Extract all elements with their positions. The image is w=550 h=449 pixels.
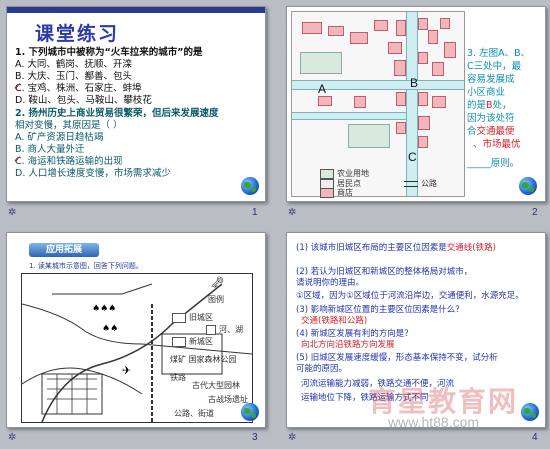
question-text: 小区商业 [467, 87, 506, 98]
map-block [374, 20, 388, 31]
question-line: (5) 旧城区发展速度缓慢，形态基本保持不变，试分析 [296, 353, 498, 363]
question-text: C三处中，最 [467, 61, 522, 72]
airplane-icon: ✈ [122, 364, 132, 377]
question-text: 的是B处， [467, 100, 512, 111]
slide-header-bar [7, 7, 265, 13]
map-block [418, 18, 428, 30]
map-block [440, 18, 450, 29]
farmland [348, 124, 390, 148]
answer-text: 、市场最优 [473, 139, 521, 150]
answer-option: C. 宝鸡、株洲、石家庄、蚌埠 [15, 83, 142, 94]
legend-item: 河、湖 [206, 324, 243, 335]
question-text: _____原则。 [467, 158, 520, 169]
legend-title: 图例 [208, 295, 224, 304]
slide-thumbnail-1[interactable]: 课堂练习 1. 下列城市中被称为“火车拉来的城市”的是 A. 大同、鹤岗、抚顺、… [6, 6, 266, 202]
tree-icon: ♠♠♠ [92, 304, 117, 314]
slide-title: 课堂练习 [35, 23, 120, 45]
globe-icon [241, 403, 259, 421]
tree-icon: ♠♠ [102, 324, 119, 334]
key-icon: 🗝 [210, 276, 224, 289]
slide-number: 2 [532, 207, 538, 218]
globe-icon [521, 403, 539, 421]
answer-line: ①区域，因为①区域位于河流沿岸边，交通便利，水源充足。 [296, 291, 524, 301]
question-line: (3) 影响新城区位置的主要区位因素是什么？ [296, 305, 464, 315]
map-block [328, 26, 344, 36]
map-block [302, 22, 322, 34]
legend-item: 公路、街道 [174, 409, 214, 418]
map-block [428, 30, 438, 44]
map-block [396, 92, 406, 106]
question-text: 因为该处符 [467, 113, 515, 124]
question-line: (1) 该城市旧城区布局的主要区位因素是交通线(铁路) [296, 243, 496, 253]
answer-option: D. 鞍山、包头、马鞍山、攀枝花 [15, 95, 152, 106]
slide-number: 3 [252, 432, 258, 443]
slide-transition-icon: ✲ [288, 207, 297, 218]
slide-thumbnail-3[interactable]: 应用拓展 1. 读某城市示意图，回答下列问题。 ♠♠♠ ♠♠ ✈ 图例 🗝 旧城… [6, 232, 266, 428]
map-block [318, 96, 332, 106]
slide-transition-icon: ✲ [8, 432, 17, 443]
map-block [432, 62, 444, 76]
question-text: 容易发展成 [467, 74, 515, 85]
check-mark-icon: ✓ [13, 80, 23, 93]
question-text: 合交通最便 [467, 126, 515, 137]
question-line: 相对变慢，其原因是（ ） [15, 120, 123, 131]
map-block [432, 96, 446, 108]
map-block [418, 136, 428, 148]
legend-item: 古代大型园林 [192, 381, 240, 390]
legend-item: 新城区 [172, 336, 213, 347]
map-block [418, 52, 428, 64]
legend-item: 古战场遗址 [208, 395, 248, 404]
answer-option: A. 大同、鹤岗、抚顺、开滦 [15, 59, 132, 70]
answer-option: A. 矿产资源日趋枯竭 [15, 132, 104, 143]
question-text: 3. 左图A、B、 [467, 48, 531, 59]
map-area: A B C 农业用地 居民点 商店 公路 [291, 11, 465, 198]
answer-option: C. 海运和铁路运输的出现 [15, 156, 123, 167]
answer-option: B. 商人大量外迁 [15, 144, 85, 155]
legend-item: 铁路 [170, 373, 186, 382]
answer-line: 交通(铁路和公路) [301, 316, 368, 326]
map-road [292, 112, 406, 120]
map-block [396, 20, 406, 36]
map-block [444, 42, 456, 58]
answer-option: B. 大庆、玉门、鄯善、包头 [15, 71, 133, 82]
map-block [396, 122, 406, 134]
globe-icon [519, 177, 537, 195]
check-mark-icon: ✓ [13, 153, 23, 166]
slide-transition-icon: ✲ [288, 432, 297, 443]
map-block [350, 32, 368, 44]
map-block [388, 42, 402, 54]
map-block [418, 116, 430, 130]
task-text: 1. 读某城市示意图，回答下列问题。 [29, 262, 143, 270]
answer-option: D. 人口增长速度变慢，市场需求减少 [15, 168, 171, 179]
question-line: (4) 新城区发展有利的方向是？ [296, 329, 413, 339]
legend-item: 商店 [320, 187, 353, 198]
slide-number: 1 [252, 207, 258, 218]
road-symbol-icon [404, 180, 418, 187]
map-label-b: B [410, 76, 419, 90]
map-label-c: C [408, 150, 417, 164]
map-label-a: A [318, 82, 327, 96]
watermark-url: www.ht88.com [388, 414, 480, 430]
question-line: (2) 若认为旧城区和新城区的整体格局对城市， [296, 267, 473, 277]
slide-transition-icon: ✲ [8, 207, 17, 218]
globe-icon [241, 177, 259, 195]
farmland [300, 52, 342, 74]
section-badge: 应用拓展 [29, 243, 99, 257]
question-line: 可能的原因。 [296, 364, 348, 374]
question-line: 2. 扬州历史上商业贸易很繁荣，但后来发展速度 [15, 108, 219, 119]
slide-thumbnail-2[interactable]: A B C 农业用地 居民点 商店 公路 3. 左图A、B、 C三处中，最 容易… [286, 6, 546, 202]
city-map: ♠♠♠ ♠♠ ✈ 图例 🗝 旧城区 河、湖 新城区 煤矿 国家森林公园 铁路 古… [21, 273, 253, 423]
map-road [406, 12, 418, 196]
question-line: 1. 下列城市中被称为“火车拉来的城市”的是 [15, 47, 203, 58]
map-block [354, 96, 366, 108]
slide-number: 4 [532, 432, 538, 443]
answer-line: 向北方向沿铁路方向发展 [301, 340, 395, 350]
map-block [394, 60, 406, 76]
legend-item: 公路 [404, 178, 437, 189]
question-line: 请说明你的理由。 [296, 278, 365, 288]
legend-item: 旧城区 [172, 312, 213, 323]
legend-item: 煤矿 国家森林公园 [170, 355, 237, 364]
map-block [418, 92, 428, 106]
